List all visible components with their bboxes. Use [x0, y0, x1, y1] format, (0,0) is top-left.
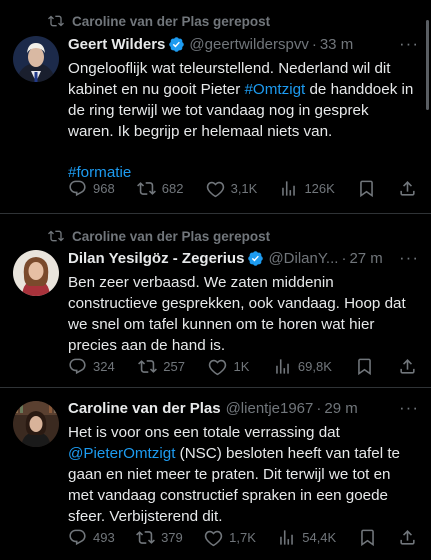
like-count: 1K [233, 359, 250, 374]
like-button[interactable]: 3,1K [206, 179, 258, 198]
reply-count: 493 [93, 530, 115, 545]
bookmark-icon [358, 358, 372, 376]
tweet-header: Caroline van der Plas @lientje1967 · 29 … [68, 400, 423, 417]
mention-link[interactable]: @PieterOmtzigt [68, 445, 175, 462]
timestamp[interactable]: 29 m [324, 400, 357, 417]
more-options-icon[interactable]: ··· [399, 34, 419, 54]
share-button[interactable] [398, 357, 417, 376]
repost-icon [136, 182, 156, 195]
bookmark-button[interactable] [358, 528, 377, 547]
more-options-icon[interactable]: ··· [399, 248, 419, 268]
avatar[interactable] [13, 401, 59, 447]
tweet-text: Ongelooflijk wat teleurstellend. Nederla… [68, 58, 417, 183]
repost-label: Caroline van der Plas gerepost [72, 228, 271, 244]
share-icon [400, 530, 415, 545]
share-button[interactable] [398, 528, 417, 547]
tweet-actions: 324 257 1K 69,8K [68, 357, 417, 376]
repost-icon [138, 360, 158, 373]
views-icon [282, 181, 296, 196]
timestamp[interactable]: 33 m [320, 36, 353, 53]
repost-button[interactable]: 257 [138, 357, 185, 376]
tweet-header: Geert Wilders @geertwilderspvv · 33 m [68, 36, 423, 53]
reply-button[interactable]: 493 [68, 528, 115, 547]
tweet[interactable]: Caroline van der Plas gerepost Geert Wil… [0, 0, 431, 214]
tweet-text: Ben zeer verbaasd. We zaten middenin con… [68, 274, 406, 354]
tweet-text-part: Het is voor ons een totale verrassing da… [68, 424, 340, 441]
author-name[interactable]: Geert Wilders [68, 36, 165, 53]
views-button[interactable]: 69,8K [273, 357, 332, 376]
author-handle[interactable]: @geertwilderspvv [189, 36, 308, 53]
view-count: 126K [304, 181, 335, 196]
repost-label: Caroline van der Plas gerepost [72, 13, 271, 29]
repost-icon [48, 230, 64, 242]
author-name[interactable]: Caroline van der Plas [68, 400, 221, 417]
like-button[interactable]: 1K [208, 357, 249, 376]
view-count: 69,8K [297, 359, 332, 374]
like-count: 3,1K [230, 181, 258, 196]
reply-icon [69, 358, 86, 375]
repost-button[interactable]: 379 [136, 528, 183, 547]
author-name[interactable]: Dilan Yesilgöz - Zegerius [68, 250, 244, 267]
repost-indicator[interactable]: Caroline van der Plas gerepost [48, 13, 270, 29]
verified-badge-icon [248, 251, 264, 266]
reply-icon [69, 180, 86, 197]
reply-count: 968 [93, 181, 115, 196]
tweet-header: Dilan Yesilgöz - Zegerius @DilanY... · 2… [68, 250, 423, 267]
repost-icon [48, 15, 64, 27]
share-icon [400, 181, 415, 196]
views-icon [276, 359, 289, 374]
view-count: 54,4K [302, 530, 337, 545]
tweet-text: Het is voor ons een totale verrassing da… [68, 422, 417, 527]
repost-count: 682 [161, 181, 184, 196]
reply-count: 324 [93, 359, 115, 374]
like-button[interactable]: 1,7K [204, 528, 256, 547]
avatar[interactable] [13, 250, 59, 296]
repost-icon [136, 531, 156, 544]
tweet-actions: 493 379 1,7K 54,4K [68, 528, 417, 547]
hashtag-link[interactable]: #Omtzigt [244, 81, 305, 98]
timeline-feed: Caroline van der Plas gerepost Geert Wil… [0, 0, 431, 560]
heart-icon [204, 530, 223, 547]
reply-icon [69, 529, 86, 546]
reply-button[interactable]: 968 [68, 179, 115, 198]
separator-dot: · [316, 400, 322, 417]
separator-dot: · [311, 36, 317, 53]
reply-button[interactable]: 324 [68, 357, 115, 376]
more-options-icon[interactable]: ··· [399, 398, 419, 418]
repost-count: 379 [161, 530, 183, 545]
bookmark-icon [360, 180, 373, 198]
timestamp[interactable]: 27 m [349, 250, 382, 267]
repost-button[interactable]: 682 [136, 179, 184, 198]
repost-indicator[interactable]: Caroline van der Plas gerepost [48, 228, 270, 244]
verified-badge-icon [169, 37, 185, 52]
share-button[interactable] [398, 179, 417, 198]
repost-count: 257 [163, 359, 185, 374]
views-button[interactable]: 126K [279, 179, 335, 198]
separator-dot: · [341, 250, 347, 267]
scrollbar[interactable] [426, 20, 429, 110]
views-icon [280, 530, 294, 545]
bookmark-button[interactable] [357, 179, 376, 198]
bookmark-icon [360, 529, 374, 547]
author-handle[interactable]: @DilanY... [268, 250, 338, 267]
bookmark-button[interactable] [355, 357, 374, 376]
author-handle[interactable]: @lientje1967 [226, 400, 314, 417]
share-icon [400, 359, 415, 374]
heart-icon [206, 181, 224, 198]
tweet[interactable]: Caroline van der Plas @lientje1967 · 29 … [0, 388, 431, 560]
like-count: 1,7K [229, 530, 256, 545]
tweet-actions: 968 682 3,1K 126K [68, 179, 417, 198]
avatar[interactable] [13, 36, 59, 82]
heart-icon [209, 359, 227, 376]
tweet[interactable]: Caroline van der Plas gerepost Dilan Yes… [0, 214, 431, 388]
views-button[interactable]: 54,4K [277, 528, 336, 547]
